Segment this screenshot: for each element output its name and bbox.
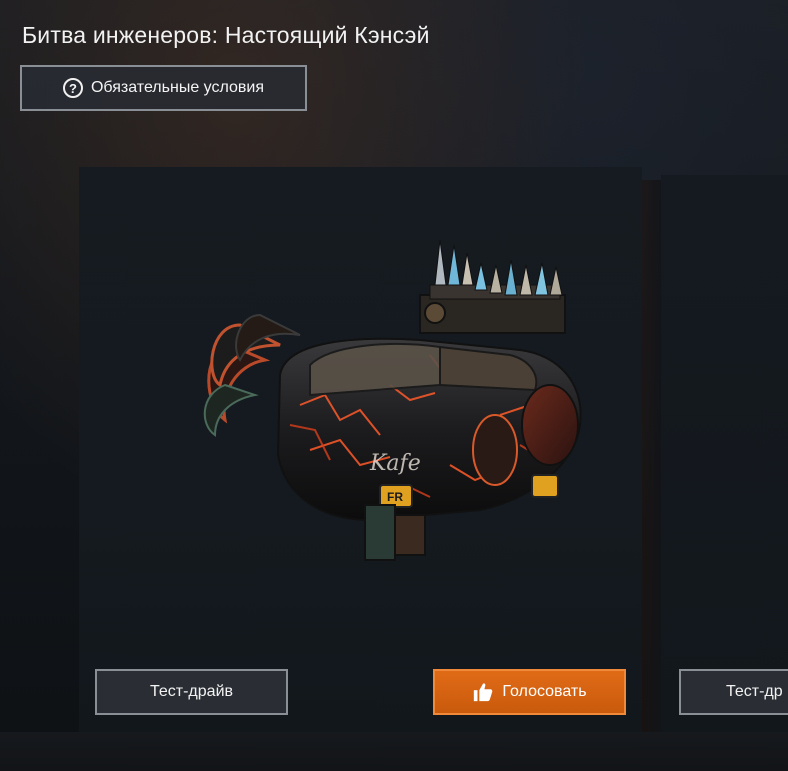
card-divider — [642, 180, 661, 740]
requirements-button[interactable]: ? Обязательные условия — [20, 65, 307, 111]
stage: Битва инженеров: Настоящий Кэнсэй ? Обяз… — [0, 0, 788, 771]
armored-vehicle-image: Kafe FR — [203, 239, 582, 561]
test-drive-button-next[interactable]: Тест-др — [679, 669, 788, 715]
svg-text:Kafe: Kafe — [369, 451, 421, 476]
craft-card-next — [661, 175, 788, 732]
test-drive-button-label: Тест-драйв — [150, 683, 233, 700]
bottom-bar — [0, 732, 788, 771]
requirements-button-label: Обязательные условия — [90, 79, 264, 96]
page-title: Битва инженеров: Настоящий Кэнсэй — [22, 22, 430, 48]
vote-button[interactable]: Голосовать — [433, 669, 626, 715]
test-drive-button-next-label: Тест-др — [726, 683, 783, 700]
svg-text:FR: FR — [387, 490, 403, 504]
question-circle-icon: ? — [62, 78, 83, 98]
vote-button-label: Голосовать — [502, 683, 587, 700]
test-drive-button[interactable]: Тест-драйв — [95, 669, 288, 715]
thumbs-up-icon — [474, 683, 493, 702]
